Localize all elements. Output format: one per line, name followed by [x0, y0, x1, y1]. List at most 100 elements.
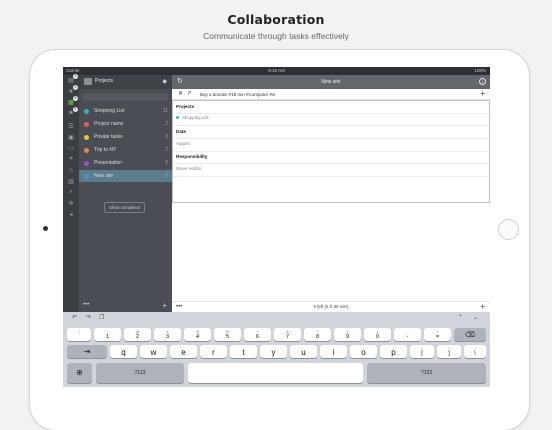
- task-input-row[interactable]: ✕ ↱ Buy a domain #15 min #Computer #si +: [172, 89, 490, 100]
- divider: [173, 125, 489, 126]
- key-char: `: [78, 334, 80, 340]
- sidebar-item-count: 2: [165, 134, 168, 140]
- key-y[interactable]: y: [260, 345, 287, 358]
- globe-key[interactable]: ⊕: [67, 363, 92, 383]
- status-bar: Carrier 9:16 AM 100%: [63, 67, 490, 75]
- sidebar-item-private-tasks[interactable]: Private tasks 2: [79, 131, 172, 143]
- tab-key[interactable]: ⇥: [67, 345, 107, 358]
- project-color-dot: [84, 121, 89, 127]
- document-icon[interactable]: ▭: [67, 145, 75, 152]
- projects-heading: Projects: [176, 104, 195, 109]
- undo-icon[interactable]: ↶: [72, 314, 77, 321]
- sidebar-search[interactable]: [83, 93, 168, 101]
- key-equals[interactable]: + =: [424, 328, 451, 341]
- previous-field-icon[interactable]: ⌃: [458, 314, 463, 321]
- key-6[interactable]: ^ 6: [244, 328, 271, 341]
- task-panel-title: New site: [321, 79, 341, 85]
- sidebar-item-trip-to-ny[interactable]: Trip to NY 2: [79, 144, 172, 156]
- icon-bar: ▤ 3 ★ 3 ▦ 6 ⚑ 9 ☰ ▣ ▭ ⌗ ☺ ▥ ⌕ ✲ ◂: [63, 74, 79, 312]
- next-field-icon[interactable]: ⌄: [473, 314, 478, 321]
- project-suggestion[interactable]: Shopping List: [182, 115, 209, 120]
- add-task-footer-button[interactable]: +: [480, 302, 485, 311]
- key-5[interactable]: % 5: [214, 328, 241, 341]
- megaphone-icon[interactable]: ◂: [67, 211, 75, 218]
- key-char: 2: [135, 334, 140, 340]
- sidebar-item-new-site[interactable]: New site 0: [79, 170, 172, 182]
- key-r[interactable]: r: [200, 345, 227, 358]
- project-color-dot: [84, 134, 89, 140]
- date-suggestion[interactable]: August: [176, 141, 190, 146]
- folder-icon[interactable]: ▣: [67, 134, 75, 141]
- inbox-icon[interactable]: ▤ 3: [67, 74, 78, 84]
- backspace-key[interactable]: ⌫: [454, 328, 486, 341]
- settings-icon[interactable]: ✲: [67, 200, 75, 207]
- numbers-key-right[interactable]: ?123: [367, 363, 486, 383]
- sidebar-item-label: Trip to NY: [94, 147, 117, 153]
- key-i[interactable]: i: [320, 345, 347, 358]
- key-minus[interactable]: _ -: [394, 328, 421, 341]
- key-char: q: [121, 348, 126, 357]
- redo-icon[interactable]: ↷: [86, 314, 91, 321]
- forward-icon[interactable]: ↱: [187, 89, 192, 100]
- key-char: p: [391, 348, 396, 357]
- key-backtick[interactable]: ~ `: [67, 328, 91, 341]
- sidebar-item-presentation[interactable]: Presentation 5: [79, 157, 172, 169]
- add-task-button[interactable]: +: [480, 89, 485, 99]
- archive-icon[interactable]: ▥: [67, 178, 75, 185]
- flag-badge: 9: [73, 107, 78, 112]
- project-color-dot: [84, 108, 89, 114]
- battery-label: 100%: [474, 68, 486, 73]
- sidebar-item-count: 2: [165, 121, 168, 127]
- key-4[interactable]: $4: [184, 328, 211, 341]
- people-icon[interactable]: ☺: [67, 167, 75, 174]
- key-p[interactable]: p: [380, 345, 407, 358]
- tag-icon[interactable]: ⌗: [67, 156, 75, 163]
- key-u[interactable]: u: [290, 345, 317, 358]
- key-char: -: [406, 334, 409, 340]
- more-icon[interactable]: •••: [83, 302, 89, 308]
- add-project-button[interactable]: +: [162, 301, 167, 310]
- sidebar-item-label: Presentation: [94, 160, 123, 166]
- key-o[interactable]: o: [350, 345, 377, 358]
- sidebar-item-count: 0: [165, 173, 168, 179]
- projects-sidebar: Projects ◆ Shopping List 11 Project name…: [79, 75, 172, 312]
- key-8[interactable]: * 8: [304, 328, 331, 341]
- key-2[interactable]: @2: [124, 328, 151, 341]
- key-backslash[interactable]: | \: [464, 345, 486, 358]
- sidebar-item-project-name[interactable]: Project name 2: [79, 118, 172, 130]
- numbers-key-label: ?123: [420, 370, 433, 376]
- key-open-bracket[interactable]: {[: [410, 345, 434, 358]
- options-icon[interactable]: •: [479, 78, 486, 85]
- flag-icon[interactable]: ⚑ 9: [67, 107, 78, 117]
- space-bar[interactable]: [188, 363, 363, 383]
- sidebar-item-count: 5: [165, 160, 168, 166]
- key-w[interactable]: w: [140, 345, 167, 358]
- key-t[interactable]: t: [230, 345, 257, 358]
- inbox-badge: 3: [73, 74, 78, 79]
- close-icon[interactable]: ✕: [178, 89, 183, 100]
- sidebar-item-shopping-list[interactable]: Shopping List 11: [79, 105, 172, 117]
- camera-dot: [43, 226, 48, 231]
- key-7[interactable]: & 7: [274, 328, 301, 341]
- paste-icon[interactable]: ❐: [99, 314, 104, 321]
- tag-icon[interactable]: ◆: [162, 78, 167, 85]
- responsibility-suggestion[interactable]: Steve Hobbs: [176, 166, 201, 171]
- responsibility-heading: Responsibility: [176, 154, 208, 159]
- key-0[interactable]: ) 0: [364, 328, 391, 341]
- home-button[interactable]: [498, 219, 519, 240]
- today-icon[interactable]: ★ 3: [67, 85, 78, 95]
- search-icon[interactable]: ⌕: [67, 189, 75, 196]
- key-close-bracket[interactable]: }]: [437, 345, 461, 358]
- key-e[interactable]: e: [170, 345, 197, 358]
- key-9[interactable]: (9: [334, 328, 361, 341]
- list-icon[interactable]: ☰: [67, 123, 75, 130]
- key-3[interactable]: #3: [154, 328, 181, 341]
- key-char: i: [332, 348, 335, 357]
- show-completed-button[interactable]: Show completed: [104, 202, 145, 213]
- numbers-key-label: ?123: [134, 370, 146, 376]
- key-q[interactable]: q: [110, 345, 137, 358]
- task-input[interactable]: Buy a domain #15 min #Computer #si: [200, 89, 275, 100]
- numbers-key-left[interactable]: ?123: [96, 363, 184, 383]
- calendar-icon[interactable]: ▦ 6: [67, 96, 78, 106]
- key-1[interactable]: ! 1: [94, 328, 121, 341]
